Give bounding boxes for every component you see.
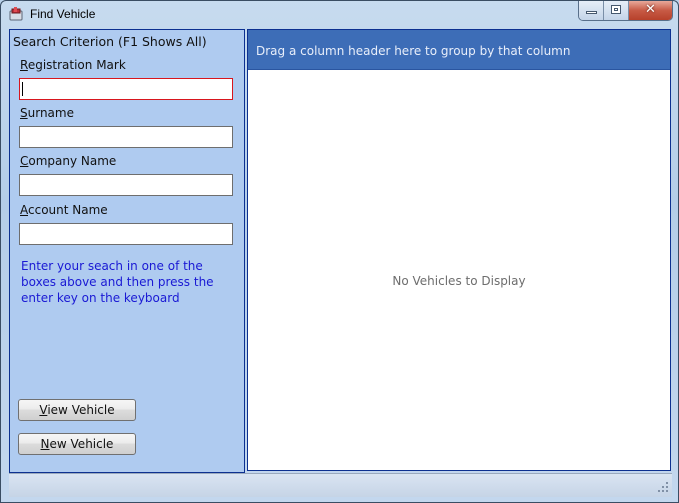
company-name-input[interactable]	[19, 174, 233, 196]
access-key: N	[40, 437, 50, 451]
button-label: ew Vehicle	[49, 437, 114, 451]
search-criterion-panel: Search Criterion (F1 Shows All) Registra…	[9, 29, 245, 473]
maximize-icon	[611, 5, 621, 14]
window-title: Find Vehicle	[30, 7, 96, 21]
title-bar[interactable]: Find Vehicle ✕	[1, 1, 678, 28]
search-hint-text: Enter your seach in one of the boxes abo…	[21, 259, 214, 305]
surname-input[interactable]	[19, 126, 233, 148]
label-text: ccount Name	[28, 203, 108, 217]
new-vehicle-button[interactable]: New Vehicle	[18, 433, 136, 455]
surname-label: Surname	[20, 106, 74, 120]
find-vehicle-window: Find Vehicle ✕ Search Criterion (F1 Show…	[0, 0, 679, 503]
maximize-button[interactable]	[604, 1, 629, 20]
access-key: S	[20, 106, 28, 120]
account-name-label: Account Name	[20, 203, 108, 217]
registration-mark-label: Registration Mark	[20, 58, 126, 72]
registration-mark-input[interactable]	[19, 78, 233, 100]
caption-buttons: ✕	[578, 1, 673, 21]
access-key: A	[20, 203, 28, 217]
label-text: urname	[27, 106, 74, 120]
text-caret	[22, 82, 23, 96]
resize-grip-icon[interactable]	[657, 482, 669, 494]
app-icon	[9, 7, 23, 21]
view-vehicle-button[interactable]: View Vehicle	[18, 399, 136, 421]
group-by-panel[interactable]: Drag a column header here to group by th…	[248, 30, 670, 70]
empty-grid-message: No Vehicles to Display	[392, 274, 526, 288]
search-criterion-header: Search Criterion (F1 Shows All)	[13, 34, 207, 49]
label-text: egistration Mark	[27, 58, 126, 72]
company-name-label: Company Name	[20, 154, 116, 168]
label-text: ompany Name	[28, 154, 117, 168]
group-by-hint: Drag a column header here to group by th…	[256, 44, 571, 58]
button-label: iew Vehicle	[47, 403, 115, 417]
access-key: R	[20, 58, 28, 72]
status-bar	[9, 473, 672, 497]
close-icon: ✕	[645, 2, 656, 17]
close-button[interactable]: ✕	[629, 1, 672, 20]
account-name-input[interactable]	[19, 223, 233, 245]
vehicle-grid[interactable]: Drag a column header here to group by th…	[247, 29, 671, 471]
minimize-button[interactable]	[579, 1, 604, 20]
minimize-icon	[586, 11, 597, 14]
